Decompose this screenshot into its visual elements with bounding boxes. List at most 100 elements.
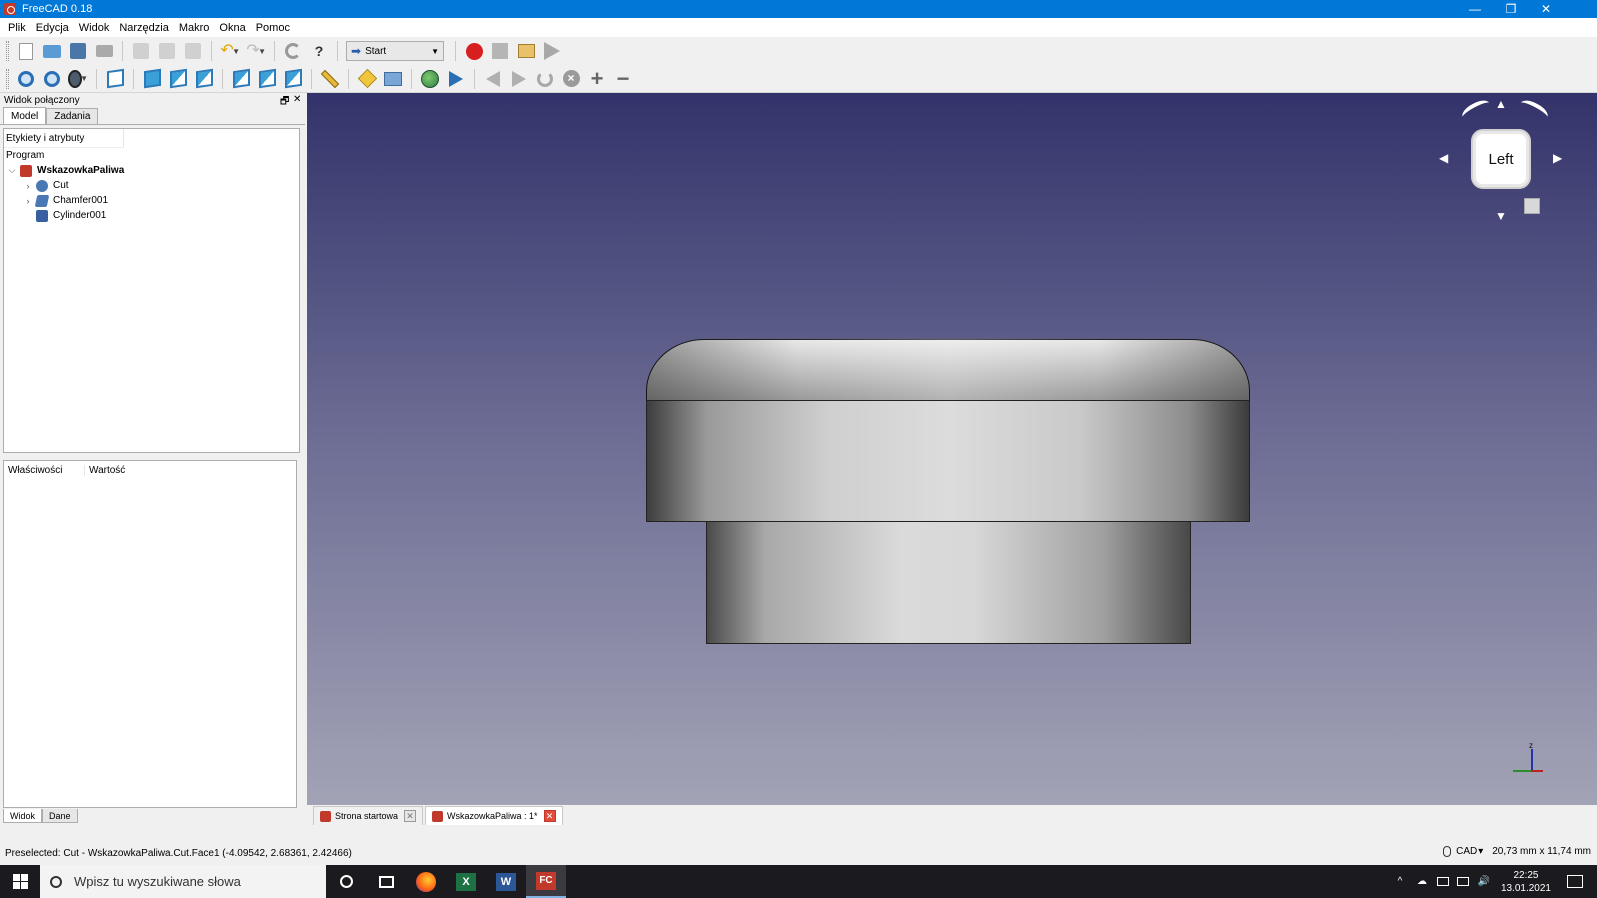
fit-all-button[interactable] bbox=[16, 69, 36, 89]
chevron-up-icon[interactable]: ^ bbox=[1393, 876, 1407, 888]
draw-style-button[interactable]: ▼ bbox=[68, 69, 88, 89]
new-document-button[interactable] bbox=[16, 41, 36, 61]
create-part-button[interactable] bbox=[357, 68, 377, 89]
rotate-right-arc-icon[interactable] bbox=[1517, 96, 1551, 124]
property-column-header[interactable]: Właściwości bbox=[4, 465, 85, 476]
taskbar-search[interactable]: Wpisz tu wyszukiwane słowa bbox=[40, 865, 326, 898]
taskbar-word[interactable]: W bbox=[486, 865, 526, 898]
tree-section-program[interactable]: Program bbox=[4, 148, 299, 163]
network-icon[interactable] bbox=[1436, 877, 1449, 886]
tab-model[interactable]: Model bbox=[3, 107, 47, 124]
macro-record-button[interactable] bbox=[464, 41, 484, 61]
navigation-cube[interactable]: ▲ ▼ ◀ ▶ Left bbox=[1439, 93, 1597, 228]
tree-item-document[interactable]: ⌵ WskazowkaPaliwa bbox=[4, 163, 299, 178]
cut-button[interactable] bbox=[131, 41, 151, 61]
chevron-down-icon[interactable]: ⌵ bbox=[7, 165, 17, 176]
display-icon[interactable] bbox=[1456, 877, 1469, 886]
navcube-face[interactable]: Left bbox=[1471, 129, 1531, 189]
toolbar-grip[interactable] bbox=[6, 68, 9, 89]
refresh-button[interactable] bbox=[283, 41, 303, 61]
print-button[interactable] bbox=[94, 41, 114, 61]
view-left-button[interactable] bbox=[283, 68, 303, 89]
create-group-button[interactable] bbox=[383, 69, 403, 89]
paste-button[interactable] bbox=[183, 41, 203, 61]
macro-run-button[interactable] bbox=[542, 41, 562, 61]
web-open-button[interactable] bbox=[446, 69, 466, 89]
arrow-right-icon[interactable]: ▶ bbox=[1553, 151, 1562, 165]
arrow-up-icon[interactable]: ▲ bbox=[1495, 97, 1507, 111]
arrow-left-icon[interactable]: ◀ bbox=[1439, 151, 1448, 165]
task-view-button[interactable] bbox=[366, 865, 406, 898]
menu-view[interactable]: Widok bbox=[74, 22, 115, 34]
arrow-down-icon[interactable]: ▼ bbox=[1495, 209, 1507, 223]
fit-selection-button[interactable] bbox=[42, 69, 62, 89]
taskbar-freecad[interactable]: FC bbox=[526, 865, 566, 898]
menu-tools[interactable]: Narzędzia bbox=[114, 22, 174, 34]
model-cylinder-stem[interactable] bbox=[706, 522, 1191, 644]
3d-viewport[interactable]: ▲ ▼ ◀ ▶ Left z bbox=[307, 93, 1597, 805]
value-column-header[interactable]: Wartość bbox=[85, 465, 125, 476]
view-isometric-button[interactable] bbox=[105, 68, 125, 89]
restore-button[interactable]: ❐ bbox=[1493, 0, 1529, 18]
notification-icon[interactable] bbox=[1567, 875, 1583, 888]
chevron-right-icon[interactable]: › bbox=[23, 181, 33, 191]
view-rear-button[interactable] bbox=[231, 68, 251, 89]
web-start-button[interactable] bbox=[420, 69, 440, 89]
chevron-right-icon[interactable]: › bbox=[23, 196, 33, 206]
tab-data[interactable]: Dane bbox=[42, 809, 78, 823]
float-panel-button[interactable]: 🗗 bbox=[280, 94, 289, 111]
menu-macro[interactable]: Makro bbox=[174, 22, 215, 34]
tree-item-chamfer[interactable]: › Chamfer001 bbox=[4, 193, 299, 208]
web-refresh-button[interactable] bbox=[535, 69, 555, 89]
menu-help[interactable]: Pomoc bbox=[251, 22, 295, 34]
web-zoom-in-button[interactable]: + bbox=[587, 67, 607, 89]
close-tab-icon[interactable]: ✕ bbox=[543, 810, 556, 822]
open-button[interactable] bbox=[42, 41, 62, 61]
macro-edit-button[interactable] bbox=[516, 41, 536, 61]
clock[interactable]: 22:25 13.01.2021 bbox=[1501, 869, 1551, 895]
menu-edit[interactable]: Edycja bbox=[31, 22, 74, 34]
macro-stop-button[interactable] bbox=[490, 41, 510, 61]
tab-tasks[interactable]: Zadania bbox=[46, 108, 99, 124]
taskbar-firefox[interactable] bbox=[406, 865, 446, 898]
tree-column-header[interactable]: Etykiety i atrybuty bbox=[4, 129, 124, 148]
tree-item-cylinder[interactable]: Cylinder001 bbox=[4, 208, 299, 223]
web-forward-button[interactable] bbox=[509, 69, 529, 89]
cortana-button[interactable] bbox=[326, 865, 366, 898]
model-main-body[interactable] bbox=[646, 400, 1250, 522]
copy-button[interactable] bbox=[157, 41, 177, 61]
3d-model[interactable] bbox=[643, 336, 1252, 644]
start-button[interactable] bbox=[0, 865, 40, 898]
tree-item-cut[interactable]: › Cut bbox=[4, 178, 299, 193]
taskbar-excel[interactable]: X bbox=[446, 865, 486, 898]
whats-this-button[interactable]: ? bbox=[309, 41, 329, 61]
menu-windows[interactable]: Okna bbox=[214, 22, 250, 34]
chevron-down-icon[interactable]: ▾ bbox=[1478, 846, 1483, 857]
tab-document[interactable]: WskazowkaPaliwa : 1* ✕ bbox=[425, 806, 563, 825]
navcube-menu-icon[interactable] bbox=[1524, 198, 1540, 214]
navigation-style-button[interactable]: CAD bbox=[1456, 846, 1477, 857]
volume-icon[interactable]: 🔊 bbox=[1477, 876, 1491, 888]
close-panel-button[interactable]: ✕ bbox=[293, 94, 301, 105]
view-bottom-button[interactable] bbox=[257, 68, 277, 89]
rotate-left-arc-icon[interactable] bbox=[1459, 96, 1493, 124]
redo-button[interactable]: ↷ ▼ bbox=[246, 41, 266, 61]
measure-distance-button[interactable] bbox=[320, 69, 340, 89]
view-front-button[interactable] bbox=[142, 68, 162, 89]
view-right-button[interactable] bbox=[194, 68, 214, 89]
onedrive-cloud-icon[interactable]: ☁ bbox=[1415, 876, 1429, 888]
workbench-selector[interactable]: ➡ Start ▼ bbox=[346, 41, 444, 61]
tab-view[interactable]: Widok bbox=[3, 809, 43, 823]
view-top-button[interactable] bbox=[168, 68, 188, 89]
minimize-button[interactable]: — bbox=[1457, 0, 1493, 18]
menu-file[interactable]: Plik bbox=[3, 22, 31, 34]
web-zoom-out-button[interactable]: − bbox=[613, 67, 633, 89]
web-back-button[interactable] bbox=[483, 69, 503, 89]
undo-button[interactable]: ↶ ▼ bbox=[220, 41, 240, 61]
toolbar-grip[interactable] bbox=[6, 41, 9, 61]
close-tab-icon[interactable]: ✕ bbox=[404, 810, 417, 822]
close-button[interactable]: ✕ bbox=[1528, 0, 1564, 18]
web-stop-button[interactable]: × bbox=[561, 69, 581, 89]
save-button[interactable] bbox=[68, 41, 88, 61]
tab-start-page[interactable]: Strona startowa ✕ bbox=[313, 806, 424, 825]
